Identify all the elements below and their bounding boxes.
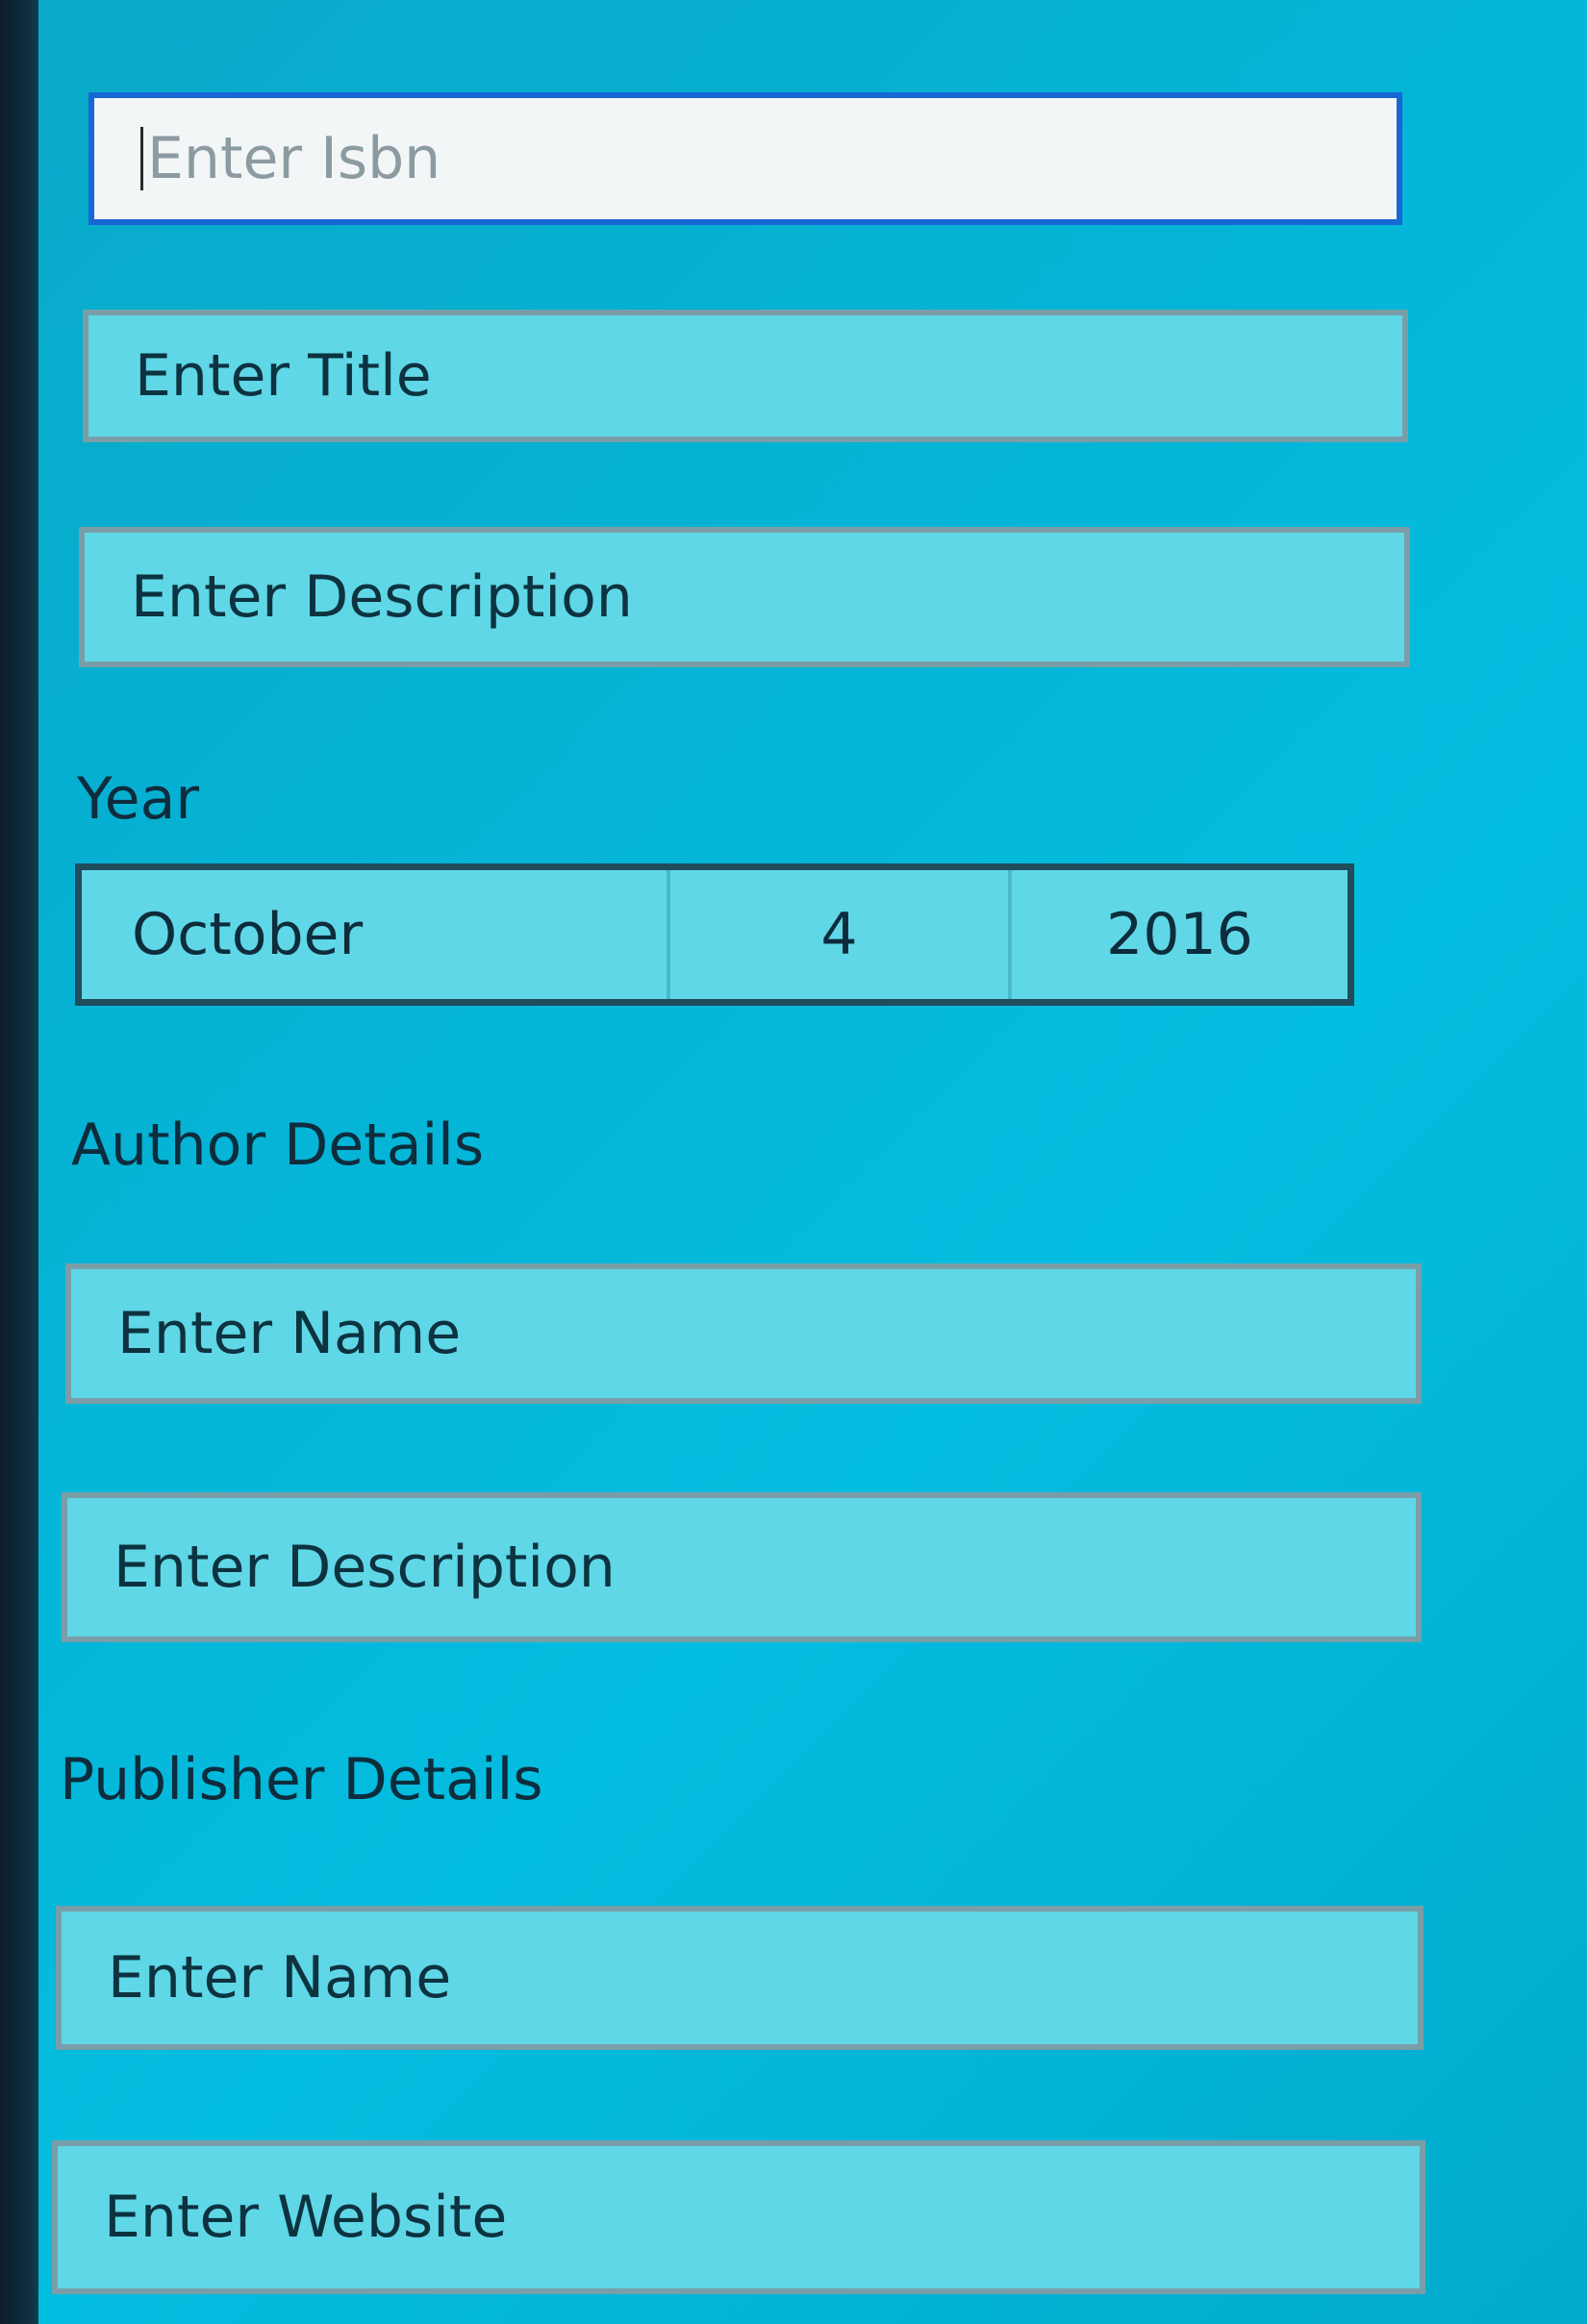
description-placeholder: Enter Description (131, 563, 633, 631)
date-picker[interactable]: October 4 2016 (75, 863, 1354, 1006)
publisher-name-input[interactable]: Enter Name (56, 1906, 1423, 2050)
publisher-website-input[interactable]: Enter Website (52, 2140, 1425, 2294)
day-value: 4 (820, 901, 858, 968)
isbn-placeholder: Enter Isbn (147, 125, 441, 192)
publisher-details-heading: Publisher Details (60, 1746, 543, 1813)
author-description-placeholder: Enter Description (113, 1534, 616, 1601)
description-input[interactable]: Enter Description (79, 527, 1410, 667)
isbn-input[interactable]: Enter Isbn (88, 92, 1402, 225)
book-form-panel: Enter Isbn Enter Title Enter Description… (38, 0, 1587, 2324)
day-selector[interactable]: 4 (670, 870, 1012, 999)
text-caret (140, 127, 143, 190)
author-description-input[interactable]: Enter Description (62, 1492, 1422, 1642)
year-label: Year (77, 765, 200, 833)
publisher-website-placeholder: Enter Website (104, 2184, 508, 2251)
month-selector[interactable]: October (82, 870, 670, 999)
publisher-name-placeholder: Enter Name (108, 1944, 452, 2012)
author-name-input[interactable]: Enter Name (65, 1263, 1422, 1404)
author-name-placeholder: Enter Name (117, 1300, 462, 1367)
year-selector[interactable]: 2016 (1012, 870, 1348, 999)
month-value: October (132, 901, 364, 968)
title-input[interactable]: Enter Title (83, 310, 1408, 442)
year-value: 2016 (1106, 901, 1253, 968)
author-details-heading: Author Details (71, 1112, 485, 1179)
title-placeholder: Enter Title (135, 342, 432, 410)
